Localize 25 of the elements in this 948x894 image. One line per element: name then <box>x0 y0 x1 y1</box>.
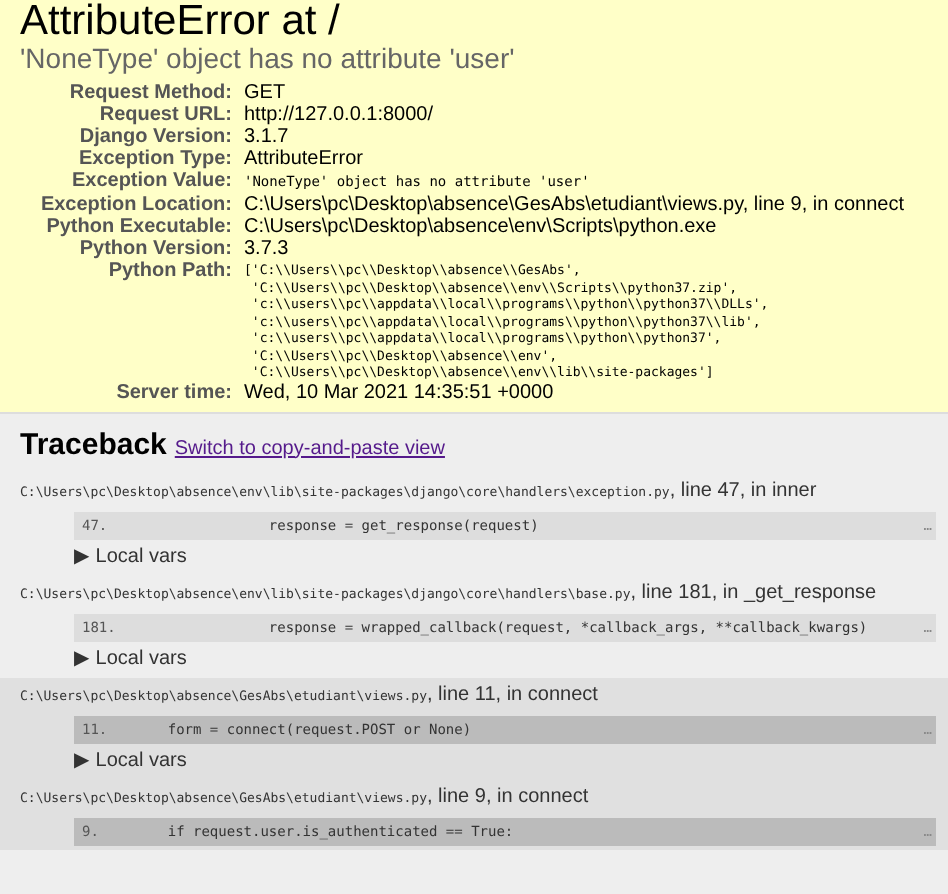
traceback-heading: Traceback <box>20 425 167 465</box>
meta-label: Python Executable: <box>46 216 232 238</box>
meta-label: Python Version: <box>79 238 232 260</box>
meta-label: Request URL: <box>99 104 232 126</box>
meta-value: http://127.0.0.1:8000/ <box>244 104 434 126</box>
meta-label: Exception Location: <box>40 194 232 216</box>
meta-label: Exception Value: <box>71 170 232 194</box>
meta-label: Django Version: <box>79 126 232 148</box>
local-vars-toggle[interactable]: ▶ Local vars <box>74 646 936 672</box>
copy-paste-view-link[interactable]: Switch to copy-and-paste view <box>174 433 445 463</box>
meta-value: GET <box>244 82 286 104</box>
meta-label: Request Method: <box>69 82 232 104</box>
meta-value: 3.1.7 <box>244 126 289 148</box>
meta-label: Python Path: <box>108 260 232 286</box>
meta-value: 3.7.3 <box>244 238 289 260</box>
meta-label: Exception Type: <box>79 148 232 170</box>
error-message: 'NoneType' object has no attribute 'user' <box>20 42 517 76</box>
meta-value: AttributeError <box>244 148 363 170</box>
local-vars-toggle[interactable]: ▶ Local vars <box>74 748 936 774</box>
error-title: AttributeError at / <box>20 0 342 42</box>
meta-label: Server time: <box>116 381 232 403</box>
meta-value: Wed, 10 Mar 2021 14:35:51 +0000 <box>244 381 554 403</box>
meta-value: C:\Users\pc\Desktop\absence\GesAbs\etudiant\views.py, line 9, in connect <box>244 194 904 216</box>
local-vars-toggle[interactable]: ▶ Local vars <box>74 544 936 570</box>
meta-value: C:\Users\pc\Desktop\absence\env\Scripts\python.exe <box>244 216 717 238</box>
